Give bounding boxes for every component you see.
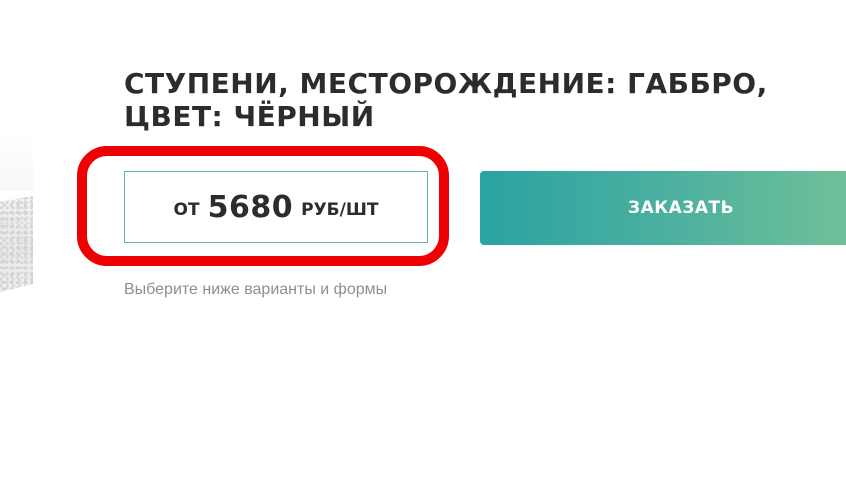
product-title-line-1: СТУПЕНИ, МЕСТОРОЖДЕНИЕ: ГАББРО, <box>124 67 768 100</box>
product-page: СТУПЕНИ, МЕСТОРОЖДЕНИЕ: ГАББРО, ЦВЕТ: ЧЁ… <box>0 0 846 497</box>
price-unit: РУБ/ШТ <box>301 200 379 220</box>
options-hint: Выберите ниже варианты и формы <box>124 281 388 298</box>
product-image-background <box>0 130 33 190</box>
price-prefix: ОТ <box>173 200 200 220</box>
product-title: СТУПЕНИ, МЕСТОРОЖДЕНИЕ: ГАББРО, ЦВЕТ: ЧЁ… <box>124 67 824 133</box>
price-box: ОТ 5680 РУБ/ШТ <box>124 171 428 243</box>
order-button[interactable]: ЗАКАЗАТЬ <box>480 171 846 245</box>
product-image[interactable] <box>0 195 33 292</box>
product-title-line-2: ЦВЕТ: ЧЁРНЫЙ <box>124 100 375 133</box>
price-value: 5680 <box>207 189 294 225</box>
